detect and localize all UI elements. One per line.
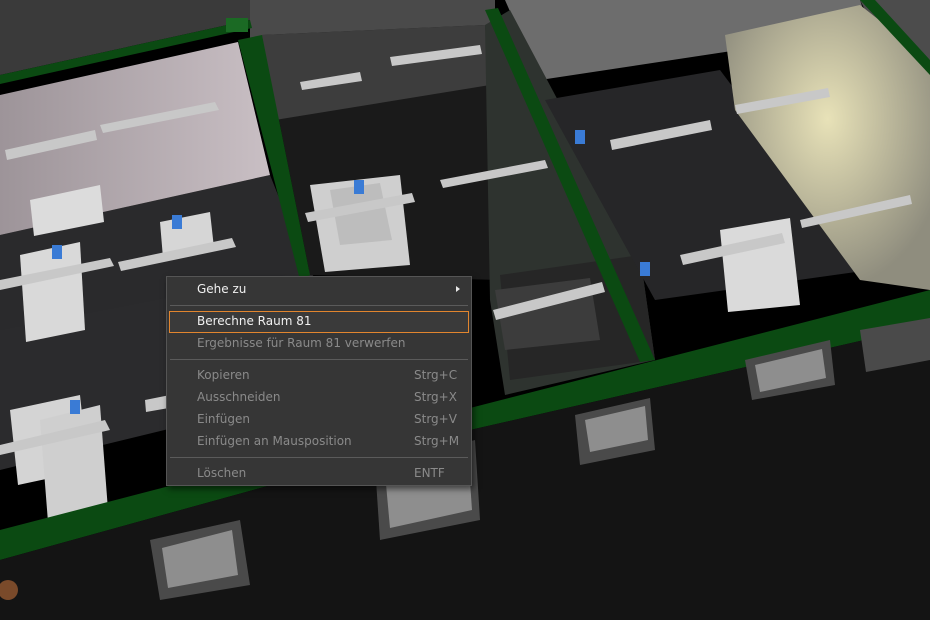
menu-item-paste-at-mouse-shortcut: Strg+M: [414, 434, 460, 448]
menu-item-delete-label: Löschen: [197, 466, 247, 480]
3d-building-viewport[interactable]: Gehe zu Berechne Raum 81 Ergebnisse für …: [0, 0, 930, 620]
menu-item-discard-results-label: Ergebnisse für Raum 81 verwerfen: [197, 336, 406, 350]
menu-item-calculate-room[interactable]: Berechne Raum 81: [169, 311, 469, 333]
menu-item-copy-label: Kopieren: [197, 368, 250, 382]
menu-item-copy-shortcut: Strg+C: [414, 368, 458, 382]
menu-item-discard-results[interactable]: Ergebnisse für Raum 81 verwerfen: [169, 333, 469, 354]
menu-separator: [170, 305, 468, 306]
menu-item-cut-label: Ausschneiden: [197, 390, 281, 404]
menu-item-paste-label: Einfügen: [197, 412, 250, 426]
menu-item-delete[interactable]: Löschen ENTF: [169, 463, 469, 484]
menu-item-cut[interactable]: Ausschneiden Strg+X: [169, 387, 469, 408]
menu-item-paste-shortcut: Strg+V: [414, 412, 457, 426]
menu-item-copy[interactable]: Kopieren Strg+C: [169, 365, 469, 386]
submenu-arrow-icon: [456, 286, 460, 292]
menu-item-cut-shortcut: Strg+X: [414, 390, 457, 404]
menu-separator: [170, 457, 468, 458]
menu-item-calculate-room-label: Berechne Raum 81: [197, 314, 312, 328]
menu-item-goto[interactable]: Gehe zu: [169, 279, 469, 300]
menu-separator: [170, 359, 468, 360]
menu-item-paste[interactable]: Einfügen Strg+V: [169, 409, 469, 430]
menu-item-paste-at-mouse-label: Einfügen an Mausposition: [197, 434, 352, 448]
menu-item-delete-shortcut: ENTF: [414, 466, 445, 480]
menu-item-goto-label: Gehe zu: [197, 282, 247, 296]
menu-item-paste-at-mouse[interactable]: Einfügen an Mausposition Strg+M: [169, 431, 469, 452]
context-menu: Gehe zu Berechne Raum 81 Ergebnisse für …: [166, 276, 472, 486]
